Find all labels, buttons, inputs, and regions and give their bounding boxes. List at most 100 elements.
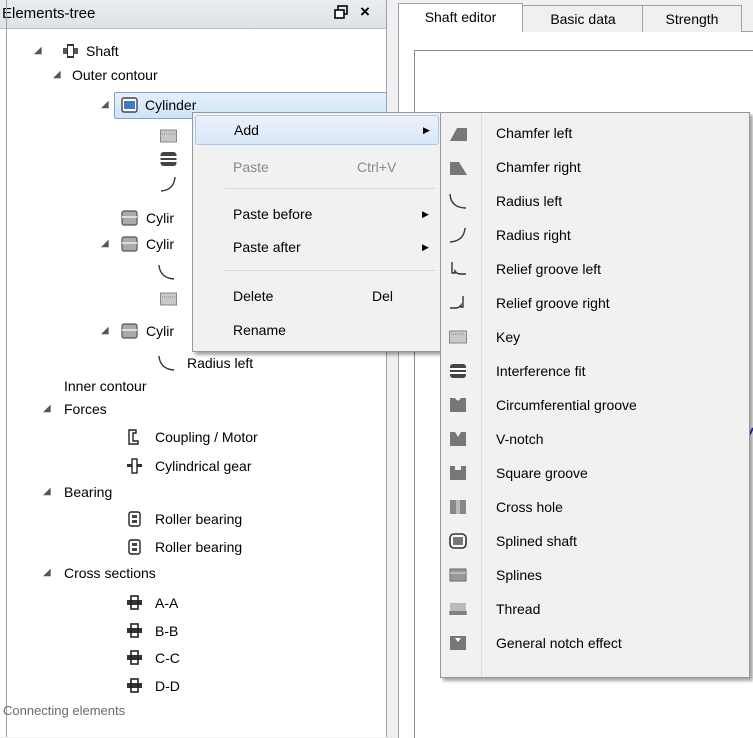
submenu-item-relief-groove-left[interactable]: Relief groove left — [441, 252, 749, 286]
radius-left-icon — [449, 193, 467, 209]
tab-shaft-editor[interactable]: Shaft editor — [398, 3, 523, 32]
expand-arrow-icon[interactable]: ◢ — [43, 398, 51, 420]
close-icon[interactable]: × — [360, 2, 370, 22]
tree-label: A-A — [155, 595, 179, 611]
cross-hole-icon — [450, 500, 466, 514]
tab-basic-data[interactable]: Basic data — [522, 5, 644, 32]
menu-separator — [225, 188, 435, 189]
shaft-icon — [63, 44, 78, 58]
menu-item-paste-before[interactable]: Paste before ▶ — [195, 199, 437, 229]
submenu-item-square-groove[interactable]: Square groove — [441, 456, 749, 490]
menu-label: Delete — [233, 288, 274, 304]
key-icon — [449, 330, 467, 344]
cross-section-icon — [127, 595, 142, 610]
radius-left-icon — [158, 264, 175, 280]
submenu-arrow-icon: ▶ — [422, 242, 429, 252]
submenu-label: Chamfer right — [496, 159, 581, 175]
v-notch-icon — [450, 432, 466, 446]
tree-node-connecting-elements[interactable]: Connecting elements — [0, 700, 380, 722]
tree-node-section-aa[interactable]: A-A — [0, 592, 380, 614]
submenu-item-radius-left[interactable]: Radius left — [441, 184, 749, 218]
tree-node-radius-left[interactable]: Radius left — [0, 352, 380, 374]
submenu-item-interference-fit[interactable]: Interference fit — [441, 354, 749, 388]
menu-item-paste[interactable]: Paste Ctrl+V — [195, 152, 437, 182]
submenu-label: Relief groove right — [496, 295, 610, 311]
radius-right-icon — [160, 176, 176, 192]
radius-right-icon — [449, 227, 466, 243]
tree-node-roller-bearing-1[interactable]: Roller bearing — [0, 508, 380, 530]
tree-label: D-D — [155, 678, 180, 694]
tree-label: C-C — [155, 650, 180, 666]
tab-label: Shaft editor — [424, 9, 497, 25]
submenu-item-radius-right[interactable]: Radius right — [441, 218, 749, 252]
menu-item-delete[interactable]: Delete Del — [195, 281, 437, 311]
relief-groove-left-icon — [451, 262, 466, 275]
restore-window-icon[interactable] — [334, 5, 348, 19]
splined-shaft-icon — [449, 533, 467, 549]
menu-separator — [225, 270, 435, 271]
tree-label: Cylir — [146, 323, 174, 339]
menu-item-add[interactable]: Add ▶ — [195, 115, 439, 145]
submenu-label: General notch effect — [496, 635, 622, 651]
expand-arrow-icon[interactable]: ◢ — [34, 40, 42, 62]
menu-label: Rename — [233, 322, 286, 338]
tab-label: Basic data — [550, 11, 616, 27]
expand-arrow-icon[interactable]: ◢ — [101, 320, 109, 342]
general-notch-effect-icon — [450, 636, 466, 650]
tree-node-cylindrical-gear[interactable]: Cylindrical gear — [0, 455, 380, 477]
tree-label: Forces — [64, 401, 107, 417]
tree-node-forces[interactable]: ◢ Forces — [0, 398, 380, 420]
menu-label: Paste before — [233, 206, 313, 222]
tree-label: Cylinder — [145, 97, 197, 113]
submenu-label: Relief groove left — [496, 261, 602, 277]
menu-item-paste-after[interactable]: Paste after ▶ — [195, 232, 437, 262]
submenu-item-thread[interactable]: Thread — [441, 592, 749, 626]
roller-bearing-icon — [128, 539, 141, 555]
cross-section-icon — [127, 678, 142, 693]
submenu-item-chamfer-left[interactable]: Chamfer left — [441, 116, 749, 150]
expand-arrow-icon[interactable]: ◢ — [53, 64, 61, 86]
submenu-label: Splines — [496, 567, 542, 583]
expand-arrow-icon[interactable]: ◢ — [43, 562, 51, 584]
tab-label: Strength — [665, 11, 719, 27]
submenu-item-splined-shaft[interactable]: Splined shaft — [441, 524, 749, 558]
tree-node-section-dd[interactable]: D-D — [0, 675, 380, 697]
tree-node-coupling-motor[interactable]: Coupling / Motor — [0, 426, 380, 448]
submenu-item-circumferential-groove[interactable]: Circumferential groove — [441, 388, 749, 422]
tree-node-section-bb[interactable]: B-B — [0, 620, 380, 642]
tree-node-cross-sections[interactable]: ◢ Cross sections — [0, 562, 380, 584]
expand-arrow-icon[interactable]: ◢ — [101, 94, 109, 116]
tree-node-bearing[interactable]: ◢ Bearing — [0, 481, 380, 503]
tree-label: Roller bearing — [155, 539, 243, 555]
submenu-item-general-notch-effect[interactable]: General notch effect — [441, 626, 749, 660]
submenu-label: V-notch — [496, 431, 544, 447]
radius-left-icon — [158, 355, 175, 371]
tree-node-outer-contour[interactable]: ◢ Outer contour — [0, 64, 380, 86]
menu-shortcut: Ctrl+V — [357, 159, 397, 175]
tree-label: Bearing — [64, 484, 113, 500]
tree-node-roller-bearing-2[interactable]: Roller bearing — [0, 536, 380, 558]
submenu-label: Radius right — [496, 227, 571, 243]
tree-node-shaft[interactable]: ◢ Shaft — [0, 40, 380, 62]
tree-node-section-cc[interactable]: C-C — [0, 647, 380, 669]
submenu-item-key[interactable]: Key — [441, 320, 749, 354]
tree-label: Shaft — [86, 43, 119, 59]
submenu-item-chamfer-right[interactable]: Chamfer right — [441, 150, 749, 184]
tab-strength[interactable]: Strength — [642, 5, 742, 32]
relief-groove-right-icon — [450, 296, 464, 309]
submenu-item-splines[interactable]: Splines — [441, 558, 749, 592]
panel-title: Elements-tree — [2, 5, 96, 22]
tree-node-inner-contour[interactable]: Inner contour — [0, 375, 380, 397]
expand-arrow-icon[interactable]: ◢ — [43, 481, 51, 503]
submenu-item-cross-hole[interactable]: Cross hole — [441, 490, 749, 524]
submenu-label: Square groove — [496, 465, 588, 481]
menu-item-rename[interactable]: Rename — [195, 315, 437, 345]
submenu-item-v-notch[interactable]: V-notch — [441, 422, 749, 456]
expand-arrow-icon[interactable]: ◢ — [101, 233, 109, 255]
submenu-arrow-icon: ▶ — [423, 125, 430, 135]
submenu-item-relief-groove-right[interactable]: Relief groove right — [441, 286, 749, 320]
coupling-icon — [128, 429, 139, 445]
menu-label: Paste — [233, 159, 269, 175]
tree-label: Outer contour — [72, 67, 158, 83]
interference-fit-icon — [450, 364, 466, 378]
